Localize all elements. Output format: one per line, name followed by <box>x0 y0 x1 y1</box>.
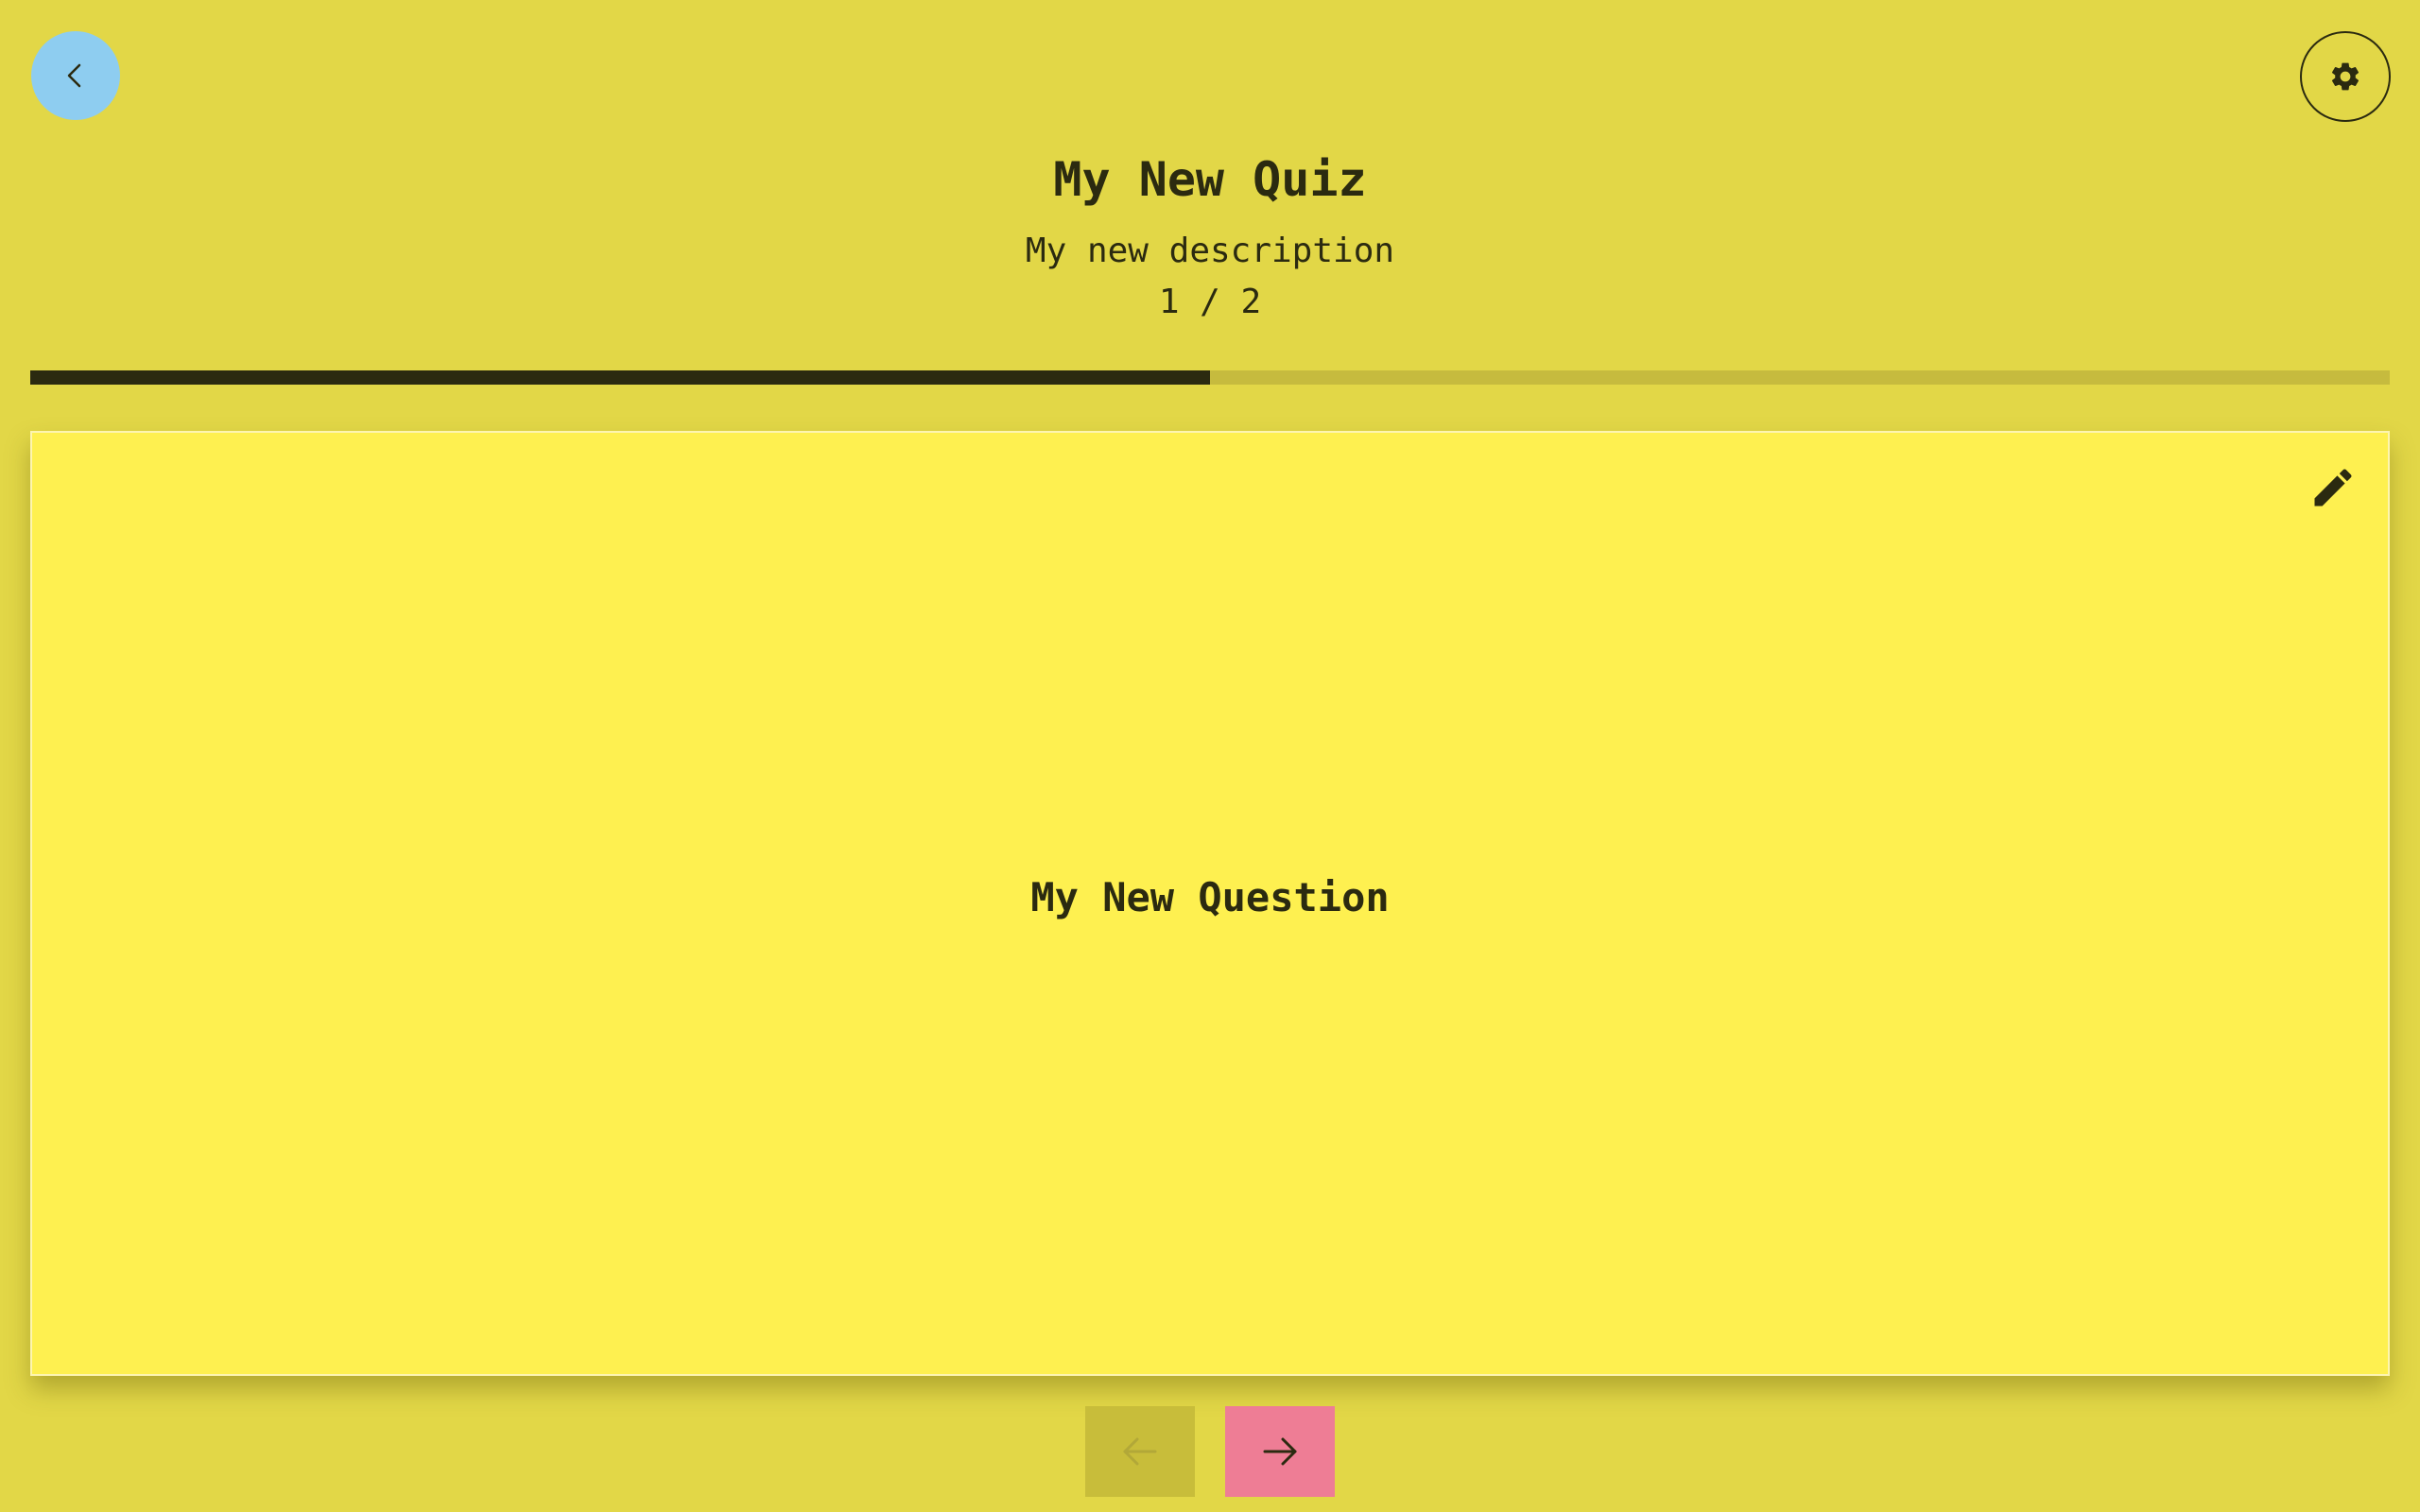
gear-icon <box>2331 62 2360 91</box>
question-text: My New Question <box>1030 874 1390 920</box>
progress-bar <box>30 370 2390 385</box>
question-counter: 1 / 2 <box>1158 283 1262 321</box>
previous-button[interactable] <box>1085 1406 1195 1497</box>
arrow-left-icon <box>1123 1437 1157 1466</box>
quiz-title: My New Quiz <box>1053 152 1367 207</box>
progress-fill <box>30 370 1210 385</box>
chevron-left-icon <box>67 63 81 88</box>
edit-button[interactable] <box>2305 459 2361 516</box>
quiz-page: My New Quiz My new description 1 / 2 My … <box>0 0 2420 1512</box>
pencil-icon <box>2314 469 2352 507</box>
question-card[interactable]: My New Question <box>30 431 2390 1376</box>
next-button[interactable] <box>1225 1406 1335 1497</box>
quiz-description: My new description <box>1025 232 1395 270</box>
back-button[interactable] <box>31 31 120 120</box>
settings-button[interactable] <box>2300 31 2391 122</box>
arrow-right-icon <box>1263 1437 1297 1466</box>
